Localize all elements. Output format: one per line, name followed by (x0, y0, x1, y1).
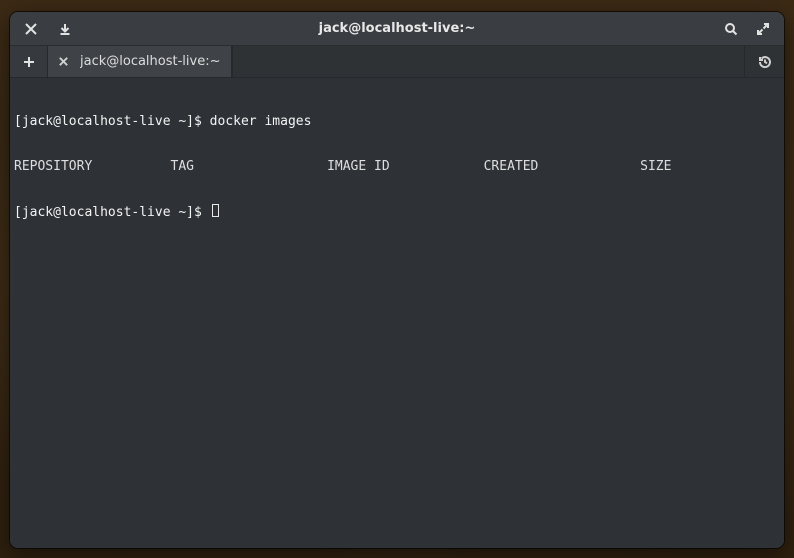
history-icon (757, 54, 773, 70)
titlebar: jack@localhost-live:~ (10, 12, 784, 46)
terminal-line-command: [jack@localhost-live ~]$ docker images (14, 114, 780, 129)
new-tab-button[interactable] (10, 46, 48, 77)
tab-active[interactable]: jack@localhost-live:~ (48, 46, 232, 77)
cursor (212, 204, 219, 217)
tab-bar-blank (232, 46, 745, 77)
command-text: docker images (210, 114, 312, 129)
terminal-window: jack@localhost-live:~ jack@localhost-liv… (10, 12, 784, 548)
download-icon (58, 22, 72, 36)
expand-icon (756, 22, 770, 36)
prompt: [jack@localhost-live ~]$ (14, 205, 210, 220)
terminal-line-prompt: [jack@localhost-live ~]$ (14, 204, 780, 220)
terminal-viewport[interactable]: [jack@localhost-live ~]$ docker images R… (10, 78, 784, 548)
search-icon (724, 22, 738, 36)
terminal-output-header: REPOSITORY TAG IMAGE ID CREATED SIZE (14, 159, 780, 174)
tab-title: jack@localhost-live:~ (80, 54, 221, 69)
prompt: [jack@localhost-live ~]$ (14, 114, 210, 129)
close-window-button[interactable] (16, 16, 46, 42)
window-title: jack@localhost-live:~ (10, 21, 784, 36)
tab-bar: jack@localhost-live:~ (10, 46, 784, 78)
plus-icon (22, 55, 36, 69)
history-button[interactable] (744, 46, 784, 77)
download-button[interactable] (50, 16, 80, 42)
close-icon (24, 22, 38, 36)
close-icon (58, 56, 69, 67)
fullscreen-button[interactable] (748, 16, 778, 42)
search-button[interactable] (716, 16, 746, 42)
tab-close-button[interactable] (52, 51, 74, 73)
